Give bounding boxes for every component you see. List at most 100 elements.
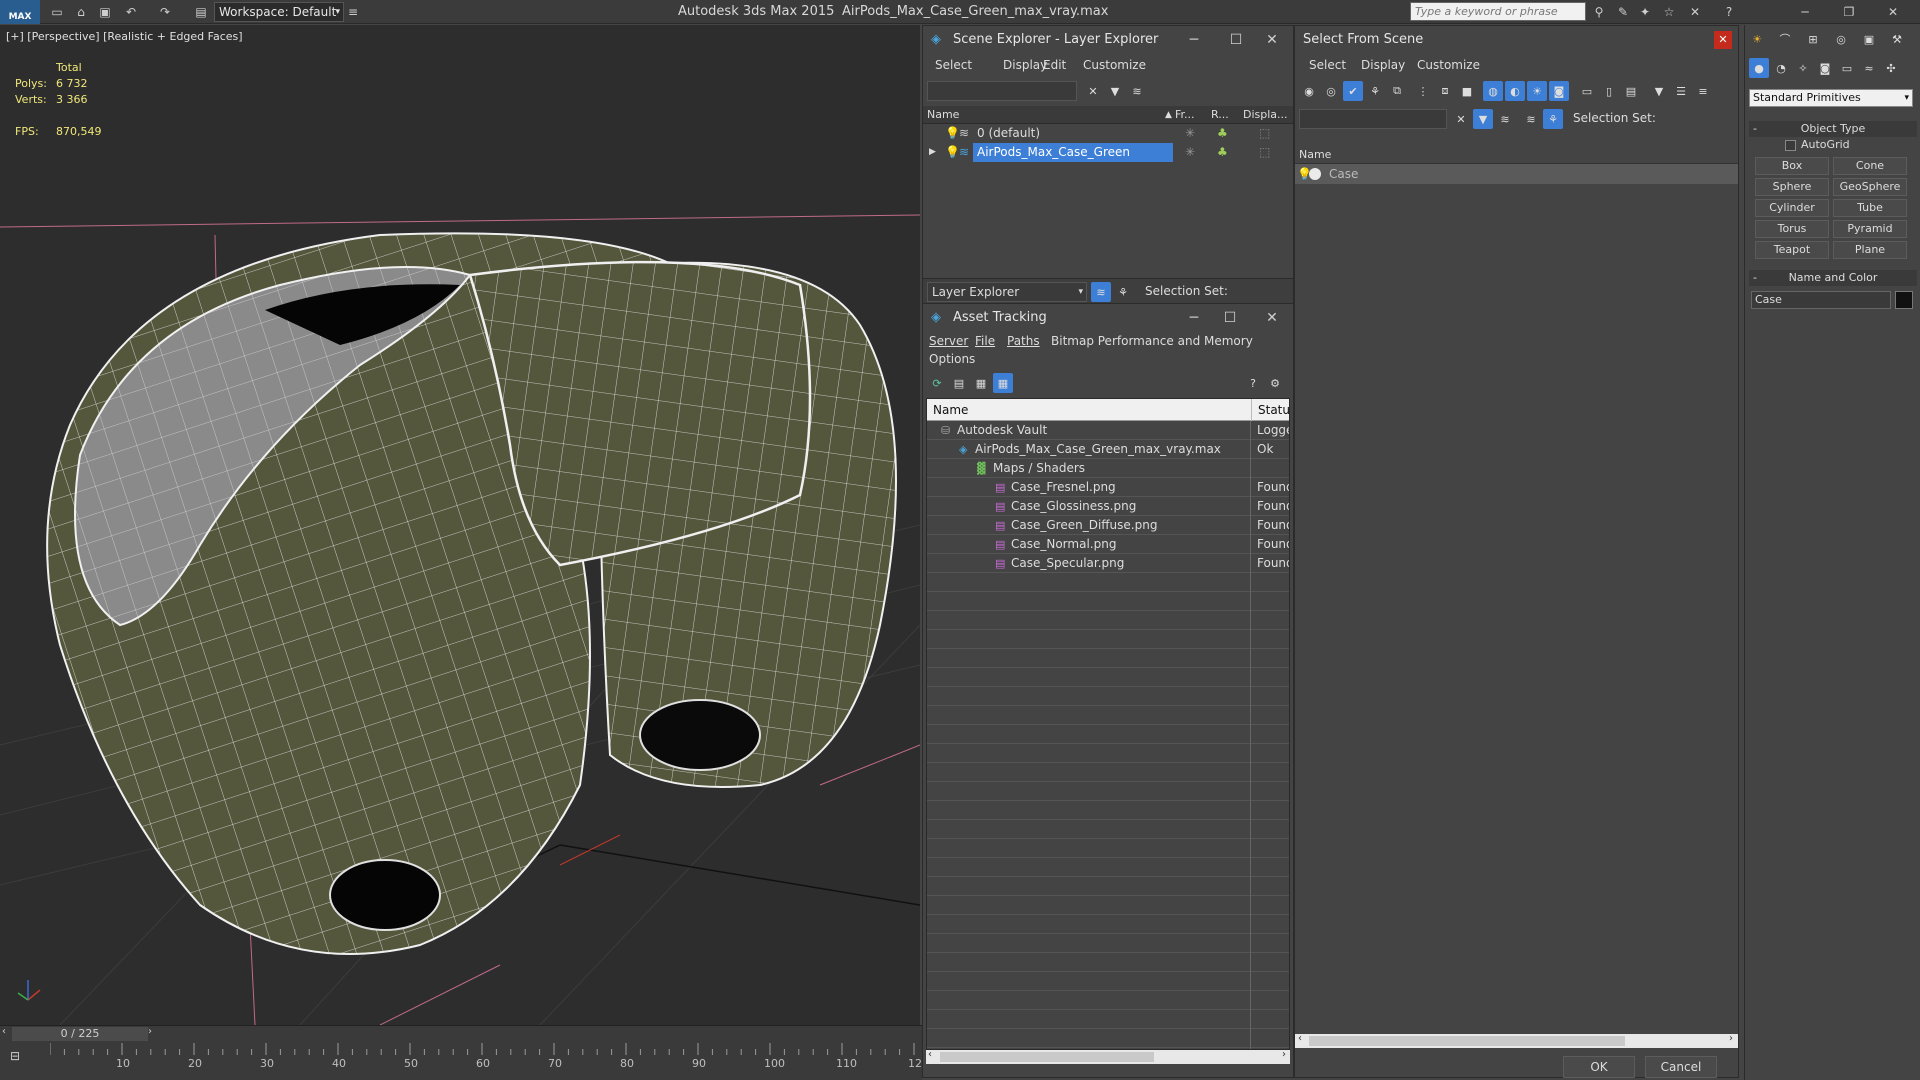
help-icon[interactable]: ?	[1720, 3, 1738, 21]
col-freeze[interactable]: Fr...	[1175, 106, 1195, 124]
close-icon[interactable]: ✕	[1257, 304, 1287, 332]
select-h-scrollbar[interactable]: ‹ ›	[1295, 1033, 1738, 1048]
menu-file[interactable]: File	[975, 334, 995, 348]
scroll-left-icon[interactable]: ‹	[1298, 1033, 1302, 1044]
app-logo[interactable]: MAX	[0, 0, 40, 24]
geometry-icon[interactable]: ●	[1749, 58, 1769, 78]
select-dependents-icon[interactable]: ⧉	[1387, 81, 1407, 101]
primitive-button-sphere[interactable]: Sphere	[1755, 178, 1829, 196]
select-box-icon[interactable]: ■	[1457, 81, 1477, 101]
menu-edit[interactable]: Edit	[1043, 58, 1066, 72]
scroll-right-icon[interactable]: ›	[1729, 1033, 1733, 1044]
communication-icon[interactable]: ✦	[1636, 3, 1654, 21]
primitive-button-geosphere[interactable]: GeoSphere	[1833, 178, 1907, 196]
shapes-icon[interactable]: ◔	[1771, 58, 1791, 78]
select-all-icon[interactable]: ◉	[1299, 81, 1319, 101]
menu-bitmap-performance[interactable]: Bitmap Performance and Memory	[1051, 334, 1253, 348]
menu-display[interactable]: Display	[1003, 58, 1047, 72]
select-children-icon[interactable]: ⚘	[1365, 81, 1385, 101]
favorites-star-icon[interactable]: ☆	[1660, 3, 1678, 21]
ok-button[interactable]: OK	[1563, 1056, 1635, 1078]
object-name-input[interactable]: Case	[1751, 291, 1891, 309]
cancel-button[interactable]: Cancel	[1645, 1056, 1717, 1078]
name-color-rollout[interactable]: - Name and Color	[1749, 270, 1917, 286]
col-render[interactable]: R...	[1211, 106, 1229, 124]
primitive-button-plane[interactable]: Plane	[1833, 241, 1907, 259]
asset-row[interactable]: ▤ Case_Glossiness.png Found	[927, 497, 1289, 516]
restore-icon[interactable]: ❐	[1840, 3, 1858, 21]
render-teapot-icon[interactable]: ♣	[1217, 143, 1228, 162]
viewport-label[interactable]: [+] [Perspective] [Realistic + Edged Fac…	[6, 30, 243, 43]
col-name[interactable]: Name	[933, 399, 968, 421]
find-layers-icon[interactable]: ≋	[1495, 109, 1515, 129]
select-hierarchy-icon[interactable]: ⋮	[1413, 81, 1433, 101]
save-file-icon[interactable]: ▣	[96, 3, 114, 21]
select-find-input[interactable]	[1299, 109, 1447, 129]
maximize-icon[interactable]: ☐	[1221, 26, 1251, 54]
maximize-icon[interactable]: ☐	[1215, 304, 1245, 332]
thumbnail-view-icon[interactable]: ▦	[971, 373, 991, 393]
menu-customize[interactable]: Customize	[1417, 58, 1480, 72]
scroll-thumb[interactable]	[940, 1052, 1154, 1062]
col-display[interactable]: Displa...	[1243, 106, 1288, 124]
explorer-type-dropdown[interactable]: Layer Explorer ▾	[927, 282, 1087, 302]
workspace-dropdown[interactable]: Workspace: Default ▾	[214, 2, 344, 22]
close-icon[interactable]: ✕	[1884, 3, 1902, 21]
cameras-icon[interactable]: ◙	[1815, 58, 1835, 78]
layer-mode-icon[interactable]: ≋	[1521, 109, 1541, 129]
menu-select[interactable]: Select	[1309, 58, 1346, 72]
key-mode-icon[interactable]: ⊟	[10, 1049, 20, 1063]
minimize-icon[interactable]: ─	[1796, 3, 1814, 21]
prev-frame-icon[interactable]: ‹	[2, 1026, 6, 1037]
perspective-viewport[interactable]: [+] [Perspective] [Realistic + Edged Fac…	[0, 25, 920, 1025]
primitives-dropdown[interactable]: Standard Primitives ▾	[1749, 89, 1913, 107]
scroll-left-icon[interactable]: ‹	[928, 1049, 932, 1060]
clear-search-icon[interactable]: ✕	[1451, 109, 1471, 129]
primitive-button-cylinder[interactable]: Cylinder	[1755, 199, 1829, 217]
scene-sun-icon[interactable]: ☀	[1747, 29, 1767, 49]
primitive-button-cone[interactable]: Cone	[1833, 157, 1907, 175]
freeze-icon[interactable]: ✳	[1185, 143, 1195, 162]
primitive-button-tube[interactable]: Tube	[1833, 199, 1907, 217]
search-input[interactable]: Type a keyword or phrase	[1410, 2, 1586, 21]
close-icon[interactable]: ✕	[1257, 26, 1287, 54]
display-shapes-icon[interactable]: ◐	[1505, 81, 1525, 101]
modify-icon[interactable]: ⌒	[1775, 29, 1795, 49]
display-spacewarps-icon[interactable]: ▯	[1599, 81, 1619, 101]
menu-select[interactable]: Select	[935, 58, 972, 72]
object-color-swatch[interactable]	[1895, 291, 1913, 309]
menu-options[interactable]: Options	[929, 352, 975, 366]
object-type-rollout[interactable]: - Object Type	[1749, 121, 1917, 137]
table-view-icon[interactable]: ▦	[993, 373, 1013, 393]
list-view-icon[interactable]: ▤	[949, 373, 969, 393]
col-name[interactable]: Name	[927, 106, 959, 124]
lightbulb-icon[interactable]: 💡	[945, 143, 960, 162]
minimize-icon[interactable]: ─	[1179, 26, 1209, 54]
exchange-icon[interactable]: ✕	[1686, 3, 1704, 21]
display-helpers-icon[interactable]: ▭	[1577, 81, 1597, 101]
filter-list-icon[interactable]: ☰	[1671, 81, 1691, 101]
display-cameras-icon[interactable]: ◙	[1549, 81, 1569, 101]
display-box-icon[interactable]: ⬚	[1259, 143, 1270, 162]
hierarchy-mode-icon[interactable]: ⚘	[1543, 109, 1563, 129]
primitive-button-pyramid[interactable]: Pyramid	[1833, 220, 1907, 238]
asset-row[interactable]: ▤ Case_Specular.png Found	[927, 554, 1289, 573]
next-frame-icon[interactable]: ›	[148, 1026, 152, 1037]
display-lights-icon[interactable]: ☀	[1527, 81, 1547, 101]
asset-row[interactable]: ▤ Case_Green_Diffuse.png Found	[927, 516, 1289, 535]
close-icon[interactable]: ✕	[1714, 31, 1732, 49]
motion-icon[interactable]: ◎	[1831, 29, 1851, 49]
object-row[interactable]: 💡 Case	[1295, 164, 1738, 184]
new-file-icon[interactable]: ▭	[48, 3, 66, 21]
autogrid-checkbox[interactable]	[1785, 140, 1796, 151]
menu-display[interactable]: Display	[1361, 58, 1405, 72]
scene-explorer-list-area[interactable]	[923, 162, 1293, 278]
asset-h-scrollbar[interactable]: ‹ ›	[926, 1049, 1290, 1064]
primitive-button-teapot[interactable]: Teapot	[1755, 241, 1829, 259]
help-icon[interactable]: ?	[1243, 373, 1263, 393]
scroll-thumb[interactable]	[1309, 1036, 1625, 1046]
select-invert-icon[interactable]: ✔	[1343, 81, 1363, 101]
layer-row[interactable]: 💡 ≋ 0 (default) ✳ ♣ ⬚	[923, 124, 1293, 143]
filter-icon[interactable]: ▼	[1649, 81, 1669, 101]
find-case-icon[interactable]: ▼	[1473, 109, 1493, 129]
